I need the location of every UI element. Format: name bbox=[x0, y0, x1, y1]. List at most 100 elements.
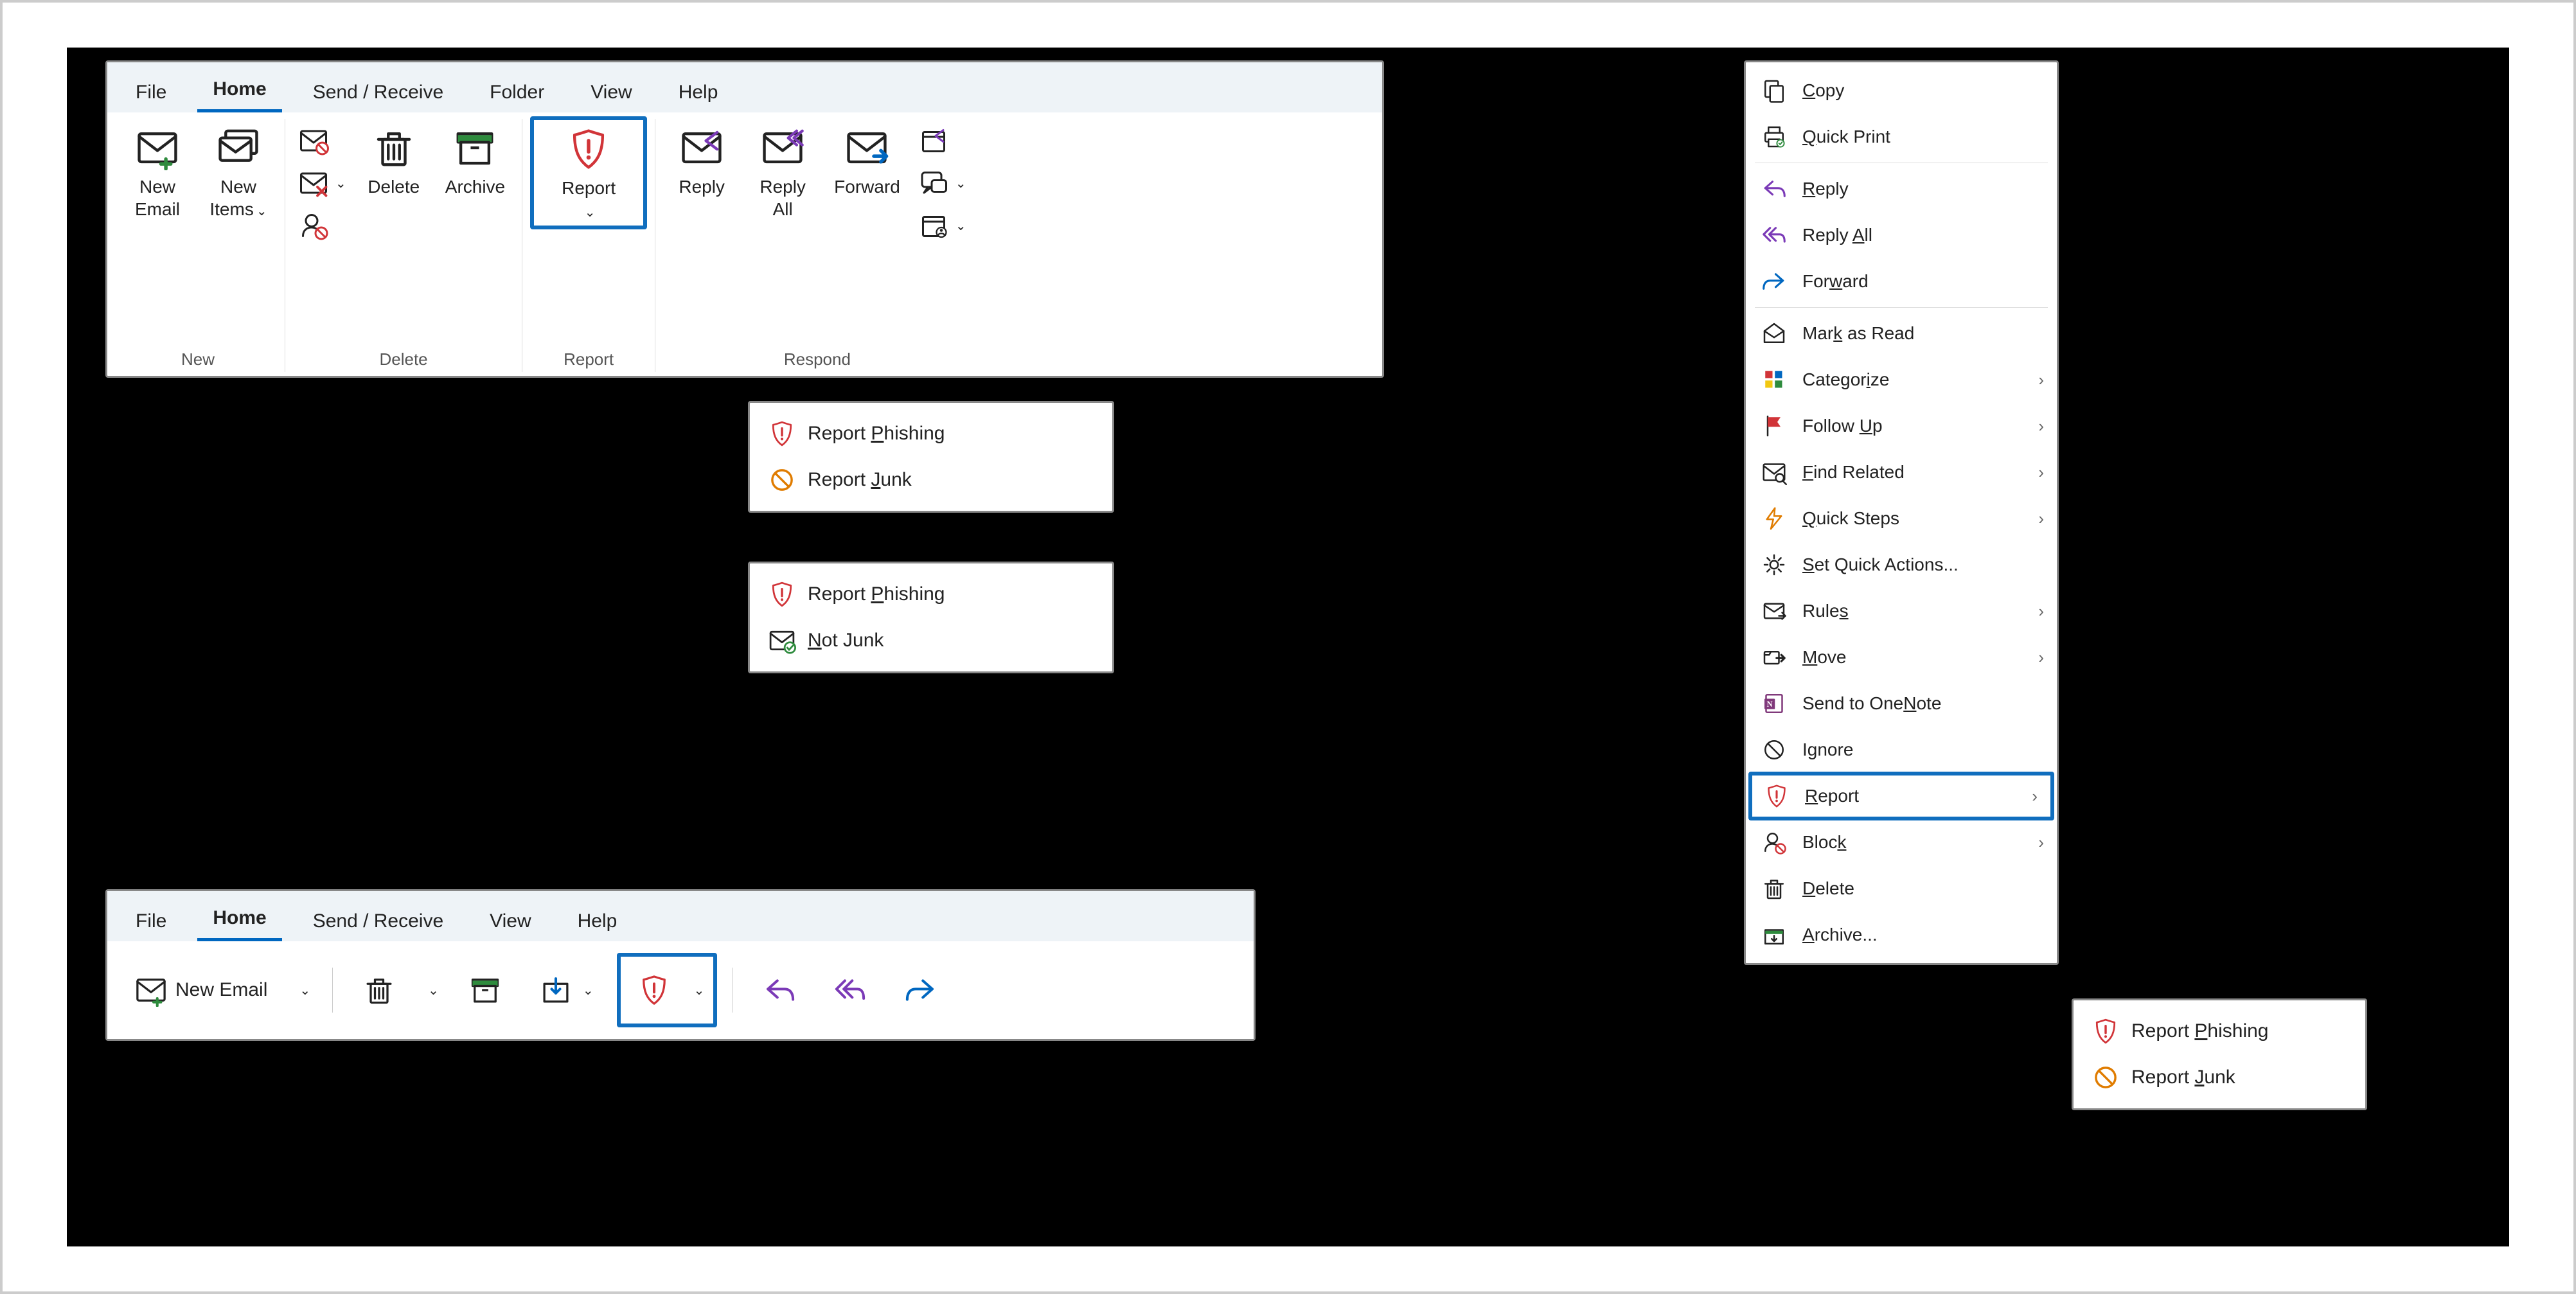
tab-send-receive-2[interactable]: Send / Receive bbox=[298, 904, 459, 941]
menu-report-phishing[interactable]: Report Phishing bbox=[756, 411, 1106, 457]
menu-not-junk[interactable]: Not Junk bbox=[756, 617, 1106, 664]
ctx-quick-steps[interactable]: Quick Steps› bbox=[1746, 495, 2057, 542]
menu-report-phishing-2-label: Report Phishing bbox=[808, 583, 945, 605]
report-split-chevron[interactable]: ⌄ bbox=[685, 971, 711, 1010]
new-email-button-2[interactable]: New Email bbox=[120, 962, 281, 1018]
tab-home[interactable]: Home bbox=[197, 72, 281, 112]
chevron-down-icon: ⌄ bbox=[428, 982, 439, 998]
ctx-archive[interactable]: Archive... bbox=[1746, 912, 2057, 958]
report-button[interactable]: Report⌄ bbox=[534, 120, 643, 226]
tab-help-2[interactable]: Help bbox=[562, 904, 633, 941]
share-teams-button[interactable]: ⌄ bbox=[918, 210, 966, 241]
tab-view[interactable]: View bbox=[575, 75, 647, 112]
ctx-block[interactable]: Block› bbox=[1746, 819, 2057, 865]
reply-button-2[interactable] bbox=[749, 962, 810, 1018]
reply-label: Reply bbox=[679, 175, 725, 198]
ctx-move[interactable]: Move› bbox=[1746, 634, 2057, 680]
report-label: Report⌄ bbox=[562, 177, 616, 222]
ctx-delete[interactable]: Delete bbox=[1746, 865, 2057, 912]
ctx-ignore[interactable]: Ignore bbox=[1746, 727, 2057, 773]
reply-all-button[interactable]: Reply All bbox=[744, 119, 821, 224]
forward-button-2[interactable] bbox=[890, 962, 952, 1018]
outlook-simplified-ribbon: File Home Send / Receive View Help New E… bbox=[105, 889, 1256, 1041]
report-highlight-2: ⌄ bbox=[617, 953, 718, 1027]
separator bbox=[1755, 307, 2048, 308]
chevron-right-icon: › bbox=[2038, 833, 2044, 853]
chevron-right-icon: › bbox=[2032, 786, 2038, 806]
mail-reply-all-icon bbox=[760, 125, 805, 170]
tab-send-receive[interactable]: Send / Receive bbox=[298, 75, 459, 112]
group-new: New Email New Items⌄ New bbox=[111, 119, 285, 372]
user-block-icon bbox=[1760, 828, 1788, 856]
ctx-submenu-report-junk[interactable]: Report Junk bbox=[2080, 1054, 2359, 1101]
trash-icon bbox=[1760, 874, 1788, 903]
ctx-forward[interactable]: Forward bbox=[1746, 258, 2057, 305]
block-sender-button[interactable] bbox=[298, 210, 346, 241]
ctx-reply[interactable]: Reply bbox=[1746, 166, 2057, 212]
ctx-send-to-onenote[interactable]: Send to OneNote bbox=[1746, 680, 2057, 727]
ctx-report[interactable]: Report› bbox=[1748, 772, 2054, 820]
ctx-find-related[interactable]: Find Related› bbox=[1746, 449, 2057, 495]
trash-icon bbox=[362, 973, 396, 1007]
mail-block-icon bbox=[298, 125, 329, 156]
trash-icon bbox=[371, 125, 416, 170]
ignore-icon bbox=[1760, 736, 1788, 764]
reply-all-icon bbox=[1760, 221, 1788, 249]
delete-button-2[interactable] bbox=[348, 962, 410, 1018]
chevron-right-icon: › bbox=[2038, 416, 2044, 436]
ctx-set-quick-actions[interactable]: Set Quick Actions... bbox=[1746, 542, 2057, 588]
archive-button-2[interactable] bbox=[454, 962, 516, 1018]
reply-all-button-2[interactable] bbox=[819, 962, 881, 1018]
mail-ok-icon bbox=[768, 626, 796, 655]
ctx-follow-up[interactable]: Follow Up› bbox=[1746, 403, 2057, 449]
new-email-button[interactable]: New Email bbox=[119, 119, 196, 224]
shield-alert-icon bbox=[1763, 782, 1791, 810]
copy-icon bbox=[1760, 76, 1788, 105]
report-button-2[interactable] bbox=[623, 962, 685, 1018]
new-email-label: New Email bbox=[135, 175, 180, 220]
move-button-2[interactable]: ⌄ bbox=[525, 962, 608, 1018]
tab-home-2[interactable]: Home bbox=[197, 901, 281, 941]
cleanup-button[interactable]: ⌄ bbox=[298, 168, 346, 199]
ctx-reply-all[interactable]: Reply All bbox=[1746, 212, 2057, 258]
ctx-submenu-report-phishing[interactable]: Report Phishing bbox=[2080, 1008, 2359, 1054]
reply-icon bbox=[1760, 175, 1788, 203]
shield-alert-icon bbox=[2092, 1017, 2120, 1045]
delete-label: Delete bbox=[368, 175, 420, 198]
move-icon bbox=[1760, 643, 1788, 671]
new-email-split-chevron[interactable]: ⌄ bbox=[290, 971, 317, 1010]
ribbon-body: New Email New Items⌄ New ⌄ bbox=[107, 112, 1382, 376]
reply-button[interactable]: Reply bbox=[663, 119, 740, 202]
chevron-right-icon: › bbox=[2038, 601, 2044, 621]
ctx-quick-print[interactable]: Quick Print bbox=[1746, 114, 2057, 160]
menu-report-phishing-2[interactable]: Report Phishing bbox=[756, 571, 1106, 617]
tab-help[interactable]: Help bbox=[663, 75, 734, 112]
ignore-button[interactable] bbox=[298, 125, 346, 156]
tab-file[interactable]: File bbox=[120, 75, 182, 112]
chevron-right-icon: › bbox=[2038, 370, 2044, 390]
delete-button[interactable]: Delete bbox=[355, 119, 432, 202]
menu-report-phishing-label: Report Phishing bbox=[808, 423, 945, 445]
tab-view-2[interactable]: View bbox=[474, 904, 546, 941]
chevron-down-icon: ⌄ bbox=[583, 982, 594, 998]
new-items-label: New Items⌄ bbox=[209, 175, 267, 220]
ctx-mark-read[interactable]: Mark as Read bbox=[1746, 310, 2057, 357]
reply-im-button[interactable]: ⌄ bbox=[918, 168, 966, 199]
message-context-menu: Copy Quick Print Reply Reply All Forward… bbox=[1744, 60, 2059, 965]
ctx-copy[interactable]: Copy bbox=[1746, 67, 2057, 114]
group-delete-label: Delete bbox=[379, 346, 427, 372]
ctx-categorize[interactable]: Categorize› bbox=[1746, 357, 2057, 403]
archive-button[interactable]: Archive bbox=[436, 119, 514, 202]
new-items-button[interactable]: New Items⌄ bbox=[200, 119, 277, 224]
ctx-rules[interactable]: Rules› bbox=[1746, 588, 2057, 634]
meeting-reply-button[interactable] bbox=[918, 125, 966, 156]
separator bbox=[332, 968, 333, 1013]
outlook-classic-ribbon: File Home Send / Receive Folder View Hel… bbox=[105, 60, 1384, 378]
user-block-icon bbox=[298, 210, 329, 241]
forward-button[interactable]: Forward bbox=[825, 119, 909, 202]
menu-report-junk[interactable]: Report Junk bbox=[756, 457, 1106, 503]
mail-reply-icon bbox=[679, 125, 724, 170]
tab-file-2[interactable]: File bbox=[120, 904, 182, 941]
tab-folder[interactable]: Folder bbox=[474, 75, 560, 112]
delete-split-chevron[interactable]: ⌄ bbox=[419, 971, 445, 1010]
